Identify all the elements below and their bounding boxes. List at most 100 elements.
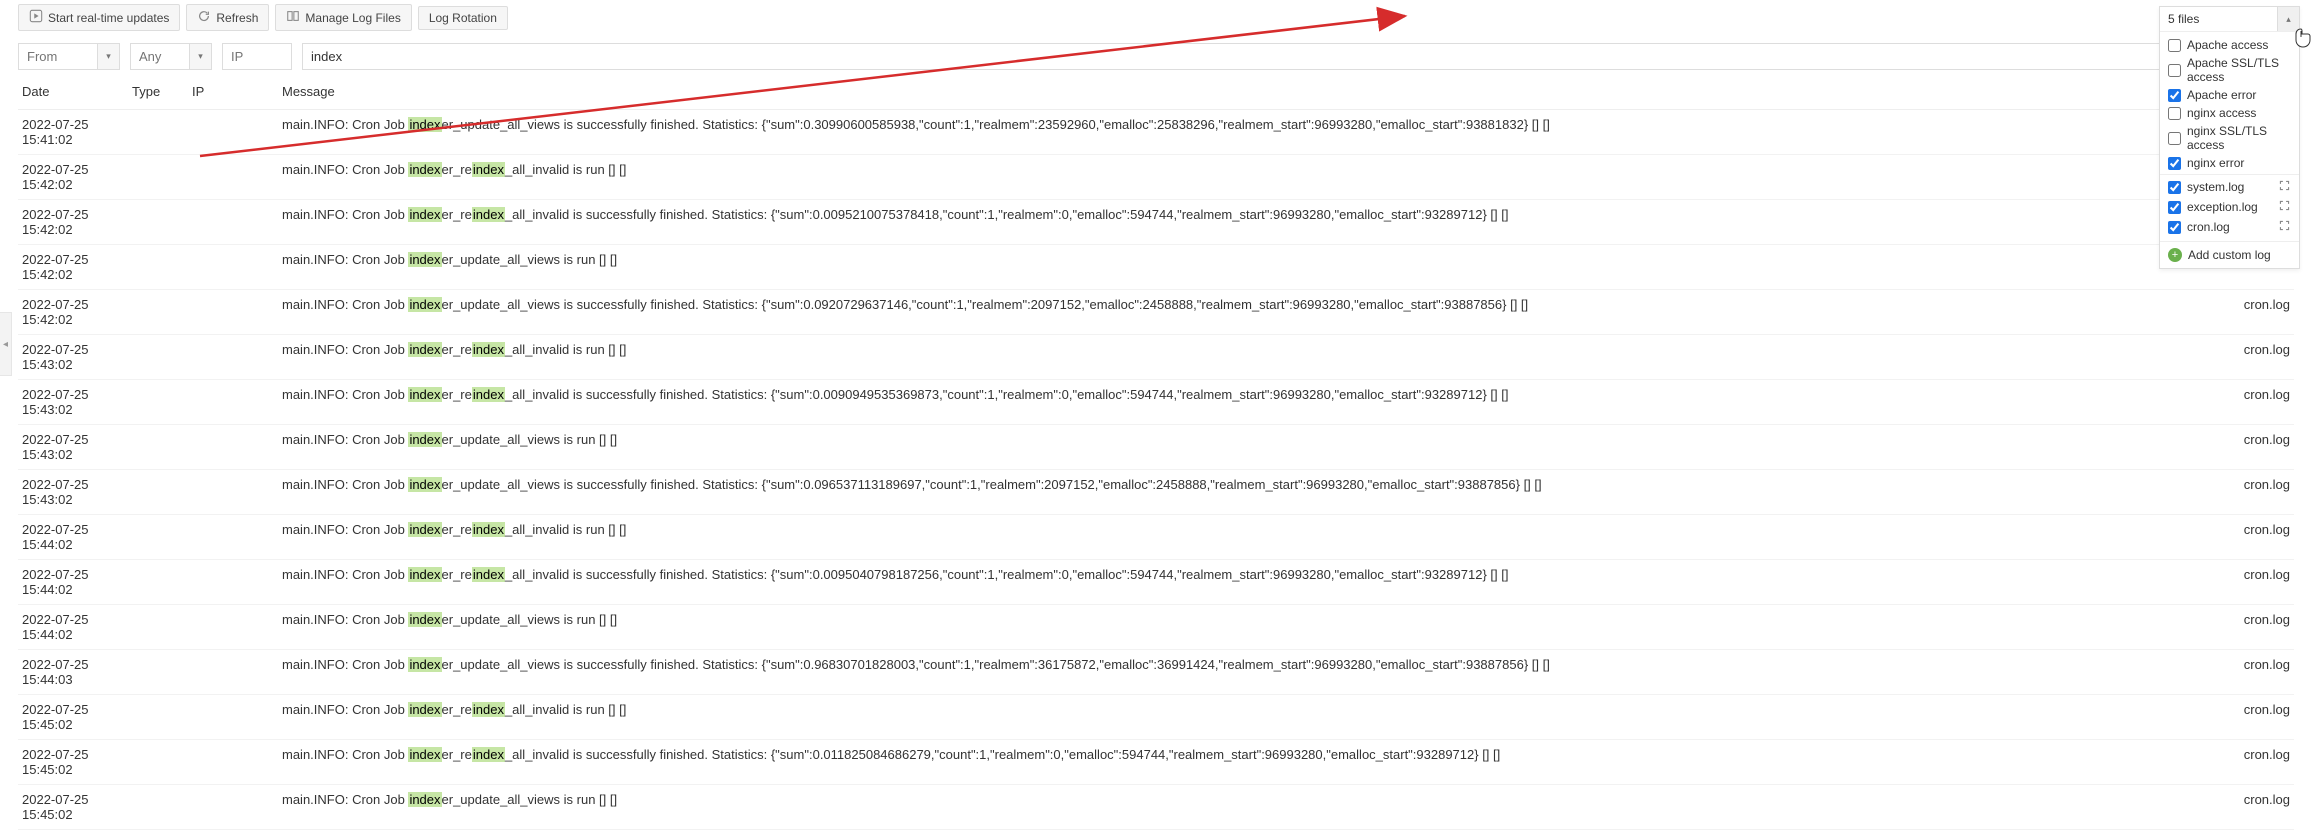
- cell-type: [128, 200, 188, 245]
- cell-file: cron.log: [2214, 560, 2294, 605]
- files-dropdown-toggle[interactable]: ▴: [2277, 7, 2299, 31]
- cell-ip: [188, 695, 278, 740]
- col-type[interactable]: Type: [128, 78, 188, 110]
- table-row[interactable]: 2022-07-25 15:42:02main.INFO: Cron Job i…: [18, 200, 2294, 245]
- cell-type: [128, 695, 188, 740]
- file-filter-item[interactable]: exception.log: [2160, 197, 2299, 217]
- cell-ip: [188, 560, 278, 605]
- any-dropdown-toggle[interactable]: ▾: [190, 43, 212, 70]
- file-filter-checkbox[interactable]: [2168, 181, 2181, 194]
- search-highlight: index: [408, 207, 441, 222]
- cell-date: 2022-07-25 15:44:02: [18, 605, 128, 650]
- table-row[interactable]: 2022-07-25 15:42:02main.INFO: Cron Job i…: [18, 290, 2294, 335]
- from-input[interactable]: [27, 49, 89, 64]
- table-row[interactable]: 2022-07-25 15:45:02main.INFO: Cron Job i…: [18, 695, 2294, 740]
- file-filter-label: nginx error: [2187, 156, 2244, 170]
- table-row[interactable]: 2022-07-25 15:44:02main.INFO: Cron Job i…: [18, 515, 2294, 560]
- add-custom-log-button[interactable]: + Add custom log: [2160, 241, 2299, 268]
- file-filter-item[interactable]: system.log: [2160, 177, 2299, 197]
- file-filter-checkbox[interactable]: [2168, 64, 2181, 77]
- sidebar-expand-handle[interactable]: ◂: [0, 312, 12, 376]
- file-filter-item[interactable]: nginx error: [2160, 154, 2299, 172]
- rotation-label: Log Rotation: [429, 11, 497, 25]
- file-filter-label: Apache access: [2187, 38, 2268, 52]
- table-row[interactable]: 2022-07-25 15:42:02main.INFO: Cron Job i…: [18, 155, 2294, 200]
- file-filter-item[interactable]: nginx access: [2160, 104, 2299, 122]
- search-highlight: index: [408, 657, 441, 672]
- cell-type: [128, 245, 188, 290]
- search-highlight: index: [408, 747, 441, 762]
- file-filter-checkbox[interactable]: [2168, 89, 2181, 102]
- cell-ip: [188, 650, 278, 695]
- cell-date: 2022-07-25 15:43:02: [18, 380, 128, 425]
- table-row[interactable]: 2022-07-25 15:42:02 main.INFO: Cron Job i…: [18, 245, 2294, 290]
- file-filter-checkbox[interactable]: [2168, 221, 2181, 234]
- file-filter-item[interactable]: cron.log: [2160, 217, 2299, 237]
- cell-file: cron.log: [2214, 470, 2294, 515]
- log-rotation-button[interactable]: Log Rotation: [418, 6, 508, 30]
- cell-file: cron.log: [2214, 290, 2294, 335]
- table-row[interactable]: 2022-07-25 15:43:02main.INFO: Cron Job i…: [18, 425, 2294, 470]
- cell-ip: [188, 200, 278, 245]
- start-realtime-button[interactable]: Start real-time updates: [18, 4, 180, 31]
- file-filter-item[interactable]: Apache error: [2160, 86, 2299, 104]
- cell-type: [128, 515, 188, 560]
- cell-date: 2022-07-25 15:42:02: [18, 155, 128, 200]
- any-input[interactable]: [139, 49, 181, 64]
- table-row[interactable]: 2022-07-25 15:44:02main.INFO: Cron Job i…: [18, 560, 2294, 605]
- manage-log-files-button[interactable]: Manage Log Files: [275, 4, 411, 31]
- play-icon: [29, 9, 43, 26]
- table-row[interactable]: 2022-07-25 15:43:02 main.INFO: Cron Job i…: [18, 335, 2294, 380]
- table-row[interactable]: 2022-07-25 15:41:02main.INFO: Cron Job i…: [18, 110, 2294, 155]
- search-highlight: index: [408, 612, 441, 627]
- file-filter-label: cron.log: [2187, 220, 2230, 234]
- cell-date: 2022-07-25 15:43:02: [18, 335, 128, 380]
- col-ip[interactable]: IP: [188, 78, 278, 110]
- expand-icon[interactable]: [2278, 179, 2291, 195]
- search-highlight: index: [472, 567, 505, 582]
- file-filter-checkbox[interactable]: [2168, 107, 2181, 120]
- from-dropdown-toggle[interactable]: ▾: [98, 43, 120, 70]
- file-filter-checkbox[interactable]: [2168, 132, 2181, 145]
- file-filter-item[interactable]: Apache access: [2160, 36, 2299, 54]
- refresh-label: Refresh: [216, 11, 258, 25]
- date-from-filter: ▾: [18, 43, 120, 70]
- table-row[interactable]: 2022-07-25 15:43:02 main.INFO: Cron Job i…: [18, 380, 2294, 425]
- cell-ip: [188, 470, 278, 515]
- cell-date: 2022-07-25 15:43:02: [18, 470, 128, 515]
- search-highlight: index: [408, 432, 441, 447]
- cell-ip: [188, 740, 278, 785]
- cell-date: 2022-07-25 15:44:02: [18, 515, 128, 560]
- search-input[interactable]: [311, 49, 2285, 64]
- cell-type: [128, 650, 188, 695]
- col-date[interactable]: Date: [18, 78, 128, 110]
- cell-date: 2022-07-25 15:42:02: [18, 245, 128, 290]
- expand-icon[interactable]: [2278, 219, 2291, 235]
- cell-file: cron.log: [2214, 380, 2294, 425]
- table-row[interactable]: 2022-07-25 15:44:03main.INFO: Cron Job i…: [18, 650, 2294, 695]
- expand-icon[interactable]: [2278, 199, 2291, 215]
- cell-ip: [188, 515, 278, 560]
- file-filter-label: nginx SSL/TLS access: [2187, 124, 2291, 152]
- table-row[interactable]: 2022-07-25 15:43:02main.INFO: Cron Job i…: [18, 470, 2294, 515]
- cell-ip: [188, 290, 278, 335]
- table-row[interactable]: 2022-07-25 15:44:02 main.INFO: Cron Job i…: [18, 605, 2294, 650]
- col-message[interactable]: Message: [278, 78, 2214, 110]
- file-filter-item[interactable]: Apache SSL/TLS access: [2160, 54, 2299, 86]
- file-filter-item[interactable]: nginx SSL/TLS access: [2160, 122, 2299, 154]
- ip-input[interactable]: [231, 49, 283, 64]
- table-row[interactable]: 2022-07-25 15:45:02main.INFO: Cron Job i…: [18, 740, 2294, 785]
- cell-ip: [188, 110, 278, 155]
- table-row[interactable]: 2022-07-25 15:45:02main.INFO: Cron Job i…: [18, 785, 2294, 830]
- cell-message: main.INFO: Cron Job indexer_reindex_all_…: [278, 380, 2214, 425]
- refresh-button[interactable]: Refresh: [186, 4, 269, 31]
- file-filter-checkbox[interactable]: [2168, 157, 2181, 170]
- file-filter-checkbox[interactable]: [2168, 39, 2181, 52]
- search-highlight: index: [472, 207, 505, 222]
- cell-message: main.INFO: Cron Job indexer_reindex_all_…: [278, 335, 2214, 380]
- cell-type: [128, 740, 188, 785]
- file-filter-checkbox[interactable]: [2168, 201, 2181, 214]
- cell-message: main.INFO: Cron Job indexer_update_all_v…: [278, 245, 2214, 290]
- manage-label: Manage Log Files: [305, 11, 400, 25]
- cell-message: main.INFO: Cron Job indexer_update_all_v…: [278, 605, 2214, 650]
